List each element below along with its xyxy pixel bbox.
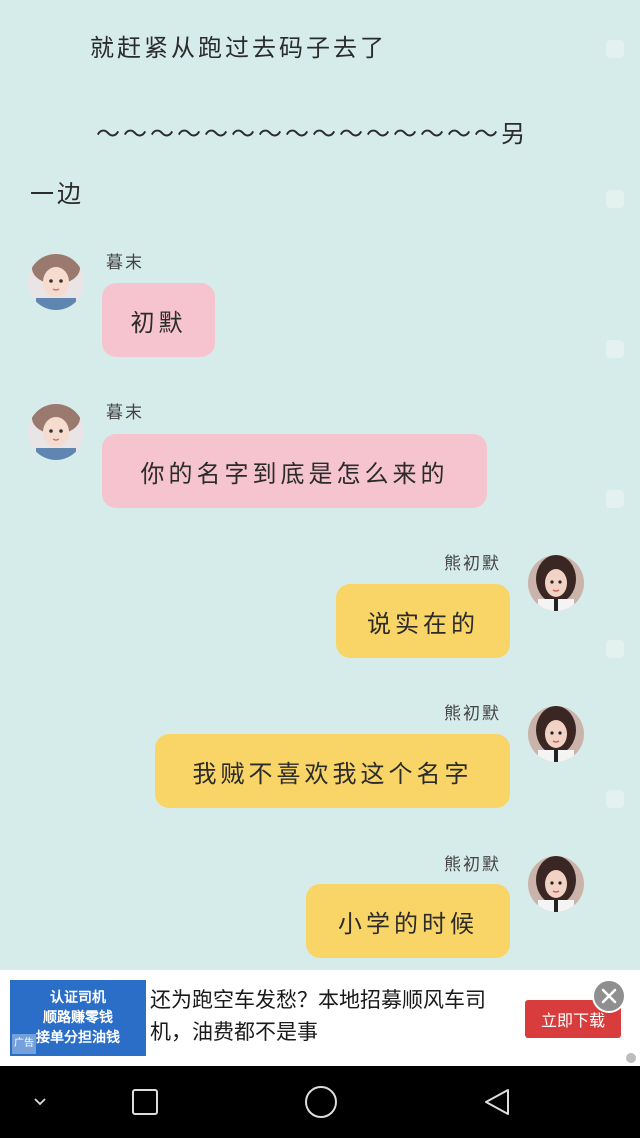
- sender-name: 熊初默: [444, 554, 501, 574]
- avatar-left[interactable]: [28, 254, 84, 310]
- ad-image[interactable]: 认证司机 顺路赚零钱 接单分担油钱 广告: [10, 980, 146, 1056]
- square-icon[interactable]: [105, 1066, 185, 1138]
- sender-name: 熊初默: [444, 855, 501, 875]
- decor-dots: [606, 40, 626, 940]
- avatar-right[interactable]: [528, 706, 584, 762]
- message-bubble[interactable]: 我贼不喜欢我这个名字: [155, 734, 510, 808]
- ad-tag: 广告: [12, 1034, 36, 1054]
- message-bubble[interactable]: 初默: [102, 283, 215, 357]
- story-text-line: 就赶紧从跑过去码子去了: [90, 34, 387, 62]
- navigation-bar: [0, 1066, 640, 1138]
- chevron-down-icon[interactable]: [0, 1066, 80, 1138]
- story-text-line: 一边: [30, 180, 84, 208]
- avatar-left[interactable]: [28, 404, 84, 460]
- message-bubble[interactable]: 说实在的: [336, 584, 510, 658]
- ad-info-icon: [626, 1053, 636, 1063]
- message-bubble[interactable]: 小学的时候: [306, 884, 510, 958]
- sender-name: 暮末: [106, 403, 144, 423]
- sender-name: 熊初默: [444, 704, 501, 724]
- ad-text[interactable]: 还为跑空车发愁？本地招募顺风车司机，油费都不是事: [150, 984, 490, 1048]
- ad-image-line: 认证司机: [50, 990, 106, 1006]
- triangle-back-icon[interactable]: [457, 1066, 537, 1138]
- avatar-right[interactable]: [528, 555, 584, 611]
- avatar-right[interactable]: [528, 856, 584, 912]
- chat-story-area: 就赶紧从跑过去码子去了 ～～～～～～～～～～～～～～～另 一边 暮末 初默 暮末…: [0, 0, 640, 970]
- circle-icon[interactable]: [281, 1066, 361, 1138]
- message-bubble[interactable]: 你的名字到底是怎么来的: [102, 434, 487, 508]
- ad-image-line: 接单分担油钱: [36, 1030, 120, 1046]
- close-icon[interactable]: [592, 979, 626, 1013]
- story-text-line: ～～～～～～～～～～～～～～～另: [96, 120, 528, 148]
- ad-image-line: 顺路赚零钱: [43, 1010, 113, 1026]
- sender-name: 暮末: [106, 253, 144, 273]
